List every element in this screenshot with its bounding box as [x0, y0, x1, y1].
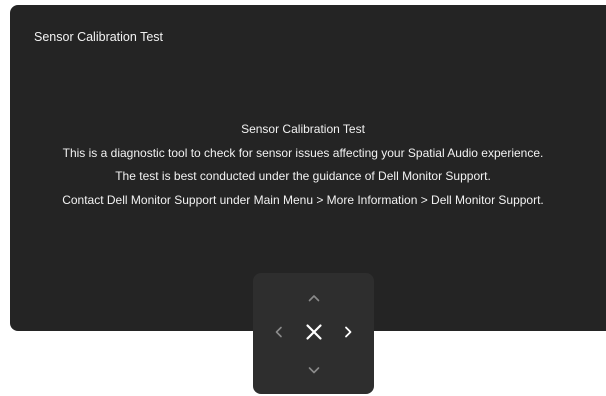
- joystick-right-button[interactable]: [337, 321, 359, 343]
- close-icon: [306, 324, 322, 340]
- panel-title: Sensor Calibration Test: [34, 30, 164, 44]
- info-message: Sensor Calibration Test This is a diagno…: [0, 118, 606, 212]
- chevron-left-icon: [275, 326, 282, 338]
- joystick-down-button[interactable]: [303, 359, 325, 381]
- joystick-exit-button[interactable]: [302, 320, 326, 344]
- chevron-right-icon: [345, 326, 352, 338]
- joystick-guide: [253, 273, 374, 394]
- message-line-description: This is a diagnostic tool to check for s…: [62, 145, 544, 160]
- joystick-left-button[interactable]: [268, 321, 290, 343]
- message-line-guidance: The test is best conducted under the gui…: [115, 169, 491, 183]
- chevron-down-icon: [308, 367, 320, 374]
- chevron-up-icon: [308, 295, 320, 302]
- message-line-contact: Contact Dell Monitor Support under Main …: [62, 192, 544, 207]
- message-heading: Sensor Calibration Test: [241, 122, 365, 136]
- joystick-up-button[interactable]: [303, 287, 325, 309]
